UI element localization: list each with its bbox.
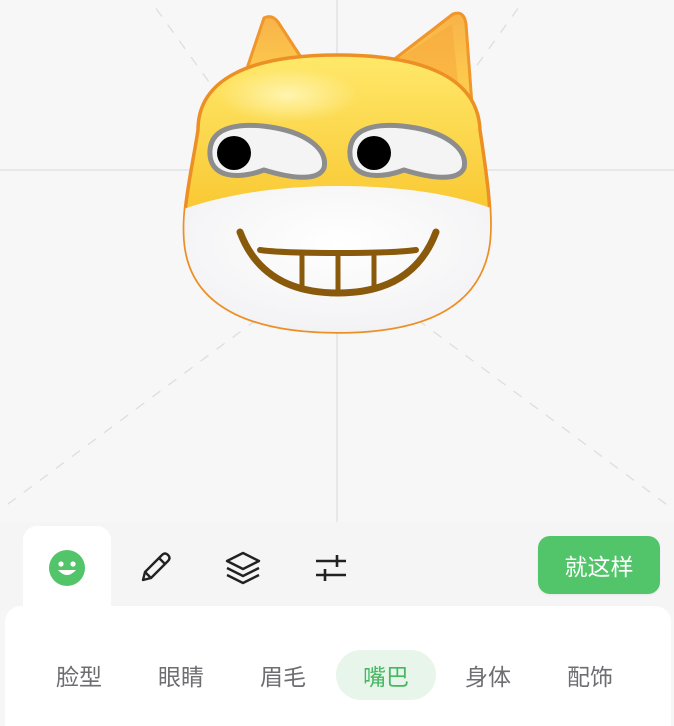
tool-adjust[interactable]	[287, 526, 375, 610]
cat-emoji-preview[interactable]	[168, 10, 508, 340]
emoji-canvas[interactable]	[0, 0, 674, 522]
category-tabs: 脸型 眼睛 眉毛 嘴巴 身体 配饰	[5, 650, 671, 702]
tab-mouth[interactable]: 嘴巴	[336, 650, 436, 700]
tab-face-shape[interactable]: 脸型	[29, 650, 129, 700]
smiley-icon	[49, 550, 85, 586]
tool-layers[interactable]	[199, 526, 287, 610]
tab-eyebrows[interactable]: 眉毛	[233, 650, 333, 700]
tab-accessories[interactable]: 配饰	[540, 650, 640, 700]
done-button[interactable]: 就这样	[538, 536, 660, 594]
sliders-icon	[316, 555, 346, 581]
category-panel: 脸型 眼睛 眉毛 嘴巴 身体 配饰	[5, 606, 671, 726]
pencil-icon	[141, 552, 171, 582]
layers-icon	[225, 551, 261, 585]
tab-eyes[interactable]: 眼睛	[131, 650, 231, 700]
tab-body[interactable]: 身体	[438, 650, 538, 700]
tool-draw[interactable]	[111, 526, 199, 610]
tool-face[interactable]	[23, 526, 111, 610]
